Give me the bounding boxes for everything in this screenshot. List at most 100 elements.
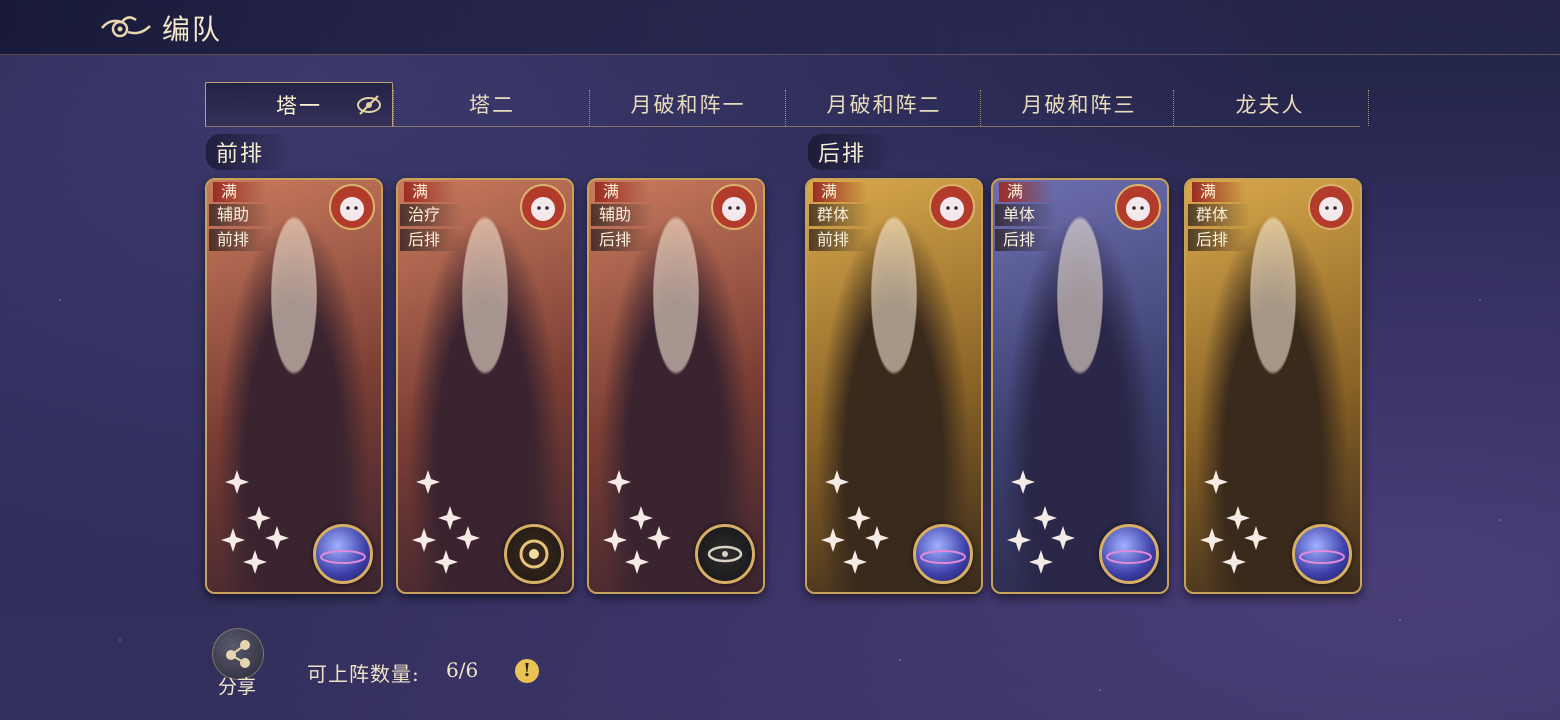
tab-team-5[interactable]: 月破和阵三 — [982, 82, 1176, 126]
star-icon — [265, 526, 289, 550]
pig-icon — [329, 184, 375, 230]
star-icon — [1051, 526, 1075, 550]
tab-label: 月破和阵二 — [826, 93, 942, 117]
star-icon — [247, 506, 271, 530]
position-tag: 后排 — [995, 229, 1057, 251]
character-card[interactable]: 满治疗 后排 — [396, 178, 574, 594]
star-icon — [1029, 550, 1053, 574]
star-icon — [225, 470, 249, 494]
tab-team-6[interactable]: 龙夫人 — [1175, 82, 1365, 126]
star-icon — [629, 506, 653, 530]
star-icon — [1007, 528, 1031, 552]
position-tag: 前排 — [809, 229, 871, 251]
front-row-label: 前排 — [206, 134, 289, 170]
position-tag: 后排 — [591, 229, 653, 251]
star-rating — [1005, 470, 1115, 580]
role-tag: 辅助 — [591, 204, 653, 226]
cloud-back-icon[interactable] — [98, 12, 152, 42]
star-icon — [1204, 470, 1228, 494]
star-icon — [456, 526, 480, 550]
position-tag: 前排 — [209, 229, 271, 251]
star-icon — [416, 470, 440, 494]
star-icon — [825, 470, 849, 494]
character-card[interactable]: 满辅助 前排 — [205, 178, 383, 594]
star-icon — [1011, 470, 1035, 494]
planet-orb-icon — [1099, 524, 1159, 584]
star-rating — [410, 470, 520, 580]
star-icon — [438, 506, 462, 530]
tab-divider — [980, 90, 981, 126]
sheep-icon — [711, 184, 757, 230]
role-tag: 单体 — [995, 204, 1057, 226]
team-tabs: 塔一 塔二 月破和阵一 月破和阵二 月破和阵三 龙夫人 — [205, 82, 1370, 127]
star-rating — [601, 470, 711, 580]
star-icon — [1226, 506, 1250, 530]
planet-orb-icon — [1292, 524, 1352, 584]
star-icon — [1033, 506, 1057, 530]
star-icon — [603, 528, 627, 552]
max-level-badge: 满 — [999, 182, 1053, 202]
planet-orb-icon — [313, 524, 373, 584]
sheep-icon — [520, 184, 566, 230]
slots-count: 6/6 — [446, 658, 479, 682]
max-level-badge: 满 — [813, 182, 867, 202]
tab-team-1[interactable]: 塔一 — [205, 82, 393, 127]
star-icon — [1222, 550, 1246, 574]
character-card[interactable]: 满辅助 后排 — [587, 178, 765, 594]
star-icon — [821, 528, 845, 552]
star-icon — [865, 526, 889, 550]
star-rating — [819, 470, 929, 580]
planet-orb-icon — [913, 524, 973, 584]
top-bar: 编队 — [0, 0, 1560, 55]
role-tag: 辅助 — [209, 204, 271, 226]
character-card[interactable]: 满群体 前排 — [805, 178, 983, 594]
max-level-badge: 满 — [404, 182, 458, 202]
star-icon — [1244, 526, 1268, 550]
star-icon — [243, 550, 267, 574]
sheep-icon — [1115, 184, 1161, 230]
star-icon — [843, 550, 867, 574]
character-card[interactable]: 满单体 后排 — [991, 178, 1169, 594]
position-tag: 后排 — [1188, 229, 1250, 251]
max-level-badge: 满 — [1192, 182, 1246, 202]
page-title: 编队 — [162, 13, 223, 46]
star-icon — [1200, 528, 1224, 552]
rooster-icon — [929, 184, 975, 230]
star-icon — [221, 528, 245, 552]
star-rating — [1198, 470, 1308, 580]
star-icon — [434, 550, 458, 574]
tab-label: 塔一 — [276, 94, 322, 118]
dragon-icon — [1308, 184, 1354, 230]
tab-team-2[interactable]: 塔二 — [395, 82, 589, 126]
role-tag: 群体 — [1188, 204, 1250, 226]
character-card[interactable]: 满群体 后排 — [1184, 178, 1362, 594]
tab-divider — [589, 90, 590, 126]
star-icon — [847, 506, 871, 530]
max-level-badge: 满 — [213, 182, 267, 202]
share-label: 分享 — [217, 676, 256, 698]
star-icon — [607, 470, 631, 494]
role-tag: 治疗 — [400, 204, 462, 226]
sun-moon-icon — [504, 524, 564, 584]
star-icon — [647, 526, 671, 550]
tab-underline — [205, 126, 1360, 127]
max-level-badge: 满 — [595, 182, 649, 202]
tab-divider — [1368, 90, 1369, 126]
tab-label: 塔二 — [469, 93, 515, 117]
tab-team-4[interactable]: 月破和阵二 — [787, 82, 981, 126]
info-icon[interactable]: ! — [515, 659, 539, 683]
tab-divider — [393, 90, 394, 126]
tab-label: 月破和阵一 — [630, 93, 746, 117]
tab-label: 月破和阵三 — [1021, 93, 1137, 117]
back-row-label: 后排 — [808, 134, 891, 170]
tab-label: 龙夫人 — [1235, 93, 1305, 117]
slots-label: 可上阵数量: — [307, 662, 420, 686]
dark-eye-icon — [695, 524, 755, 584]
role-tag: 群体 — [809, 204, 871, 226]
eye-hidden-icon[interactable] — [356, 92, 382, 118]
tab-divider — [785, 90, 786, 126]
share-button[interactable]: 分享 — [206, 628, 268, 698]
star-rating — [219, 470, 329, 580]
tab-team-3[interactable]: 月破和阵一 — [591, 82, 785, 126]
star-icon — [412, 528, 436, 552]
